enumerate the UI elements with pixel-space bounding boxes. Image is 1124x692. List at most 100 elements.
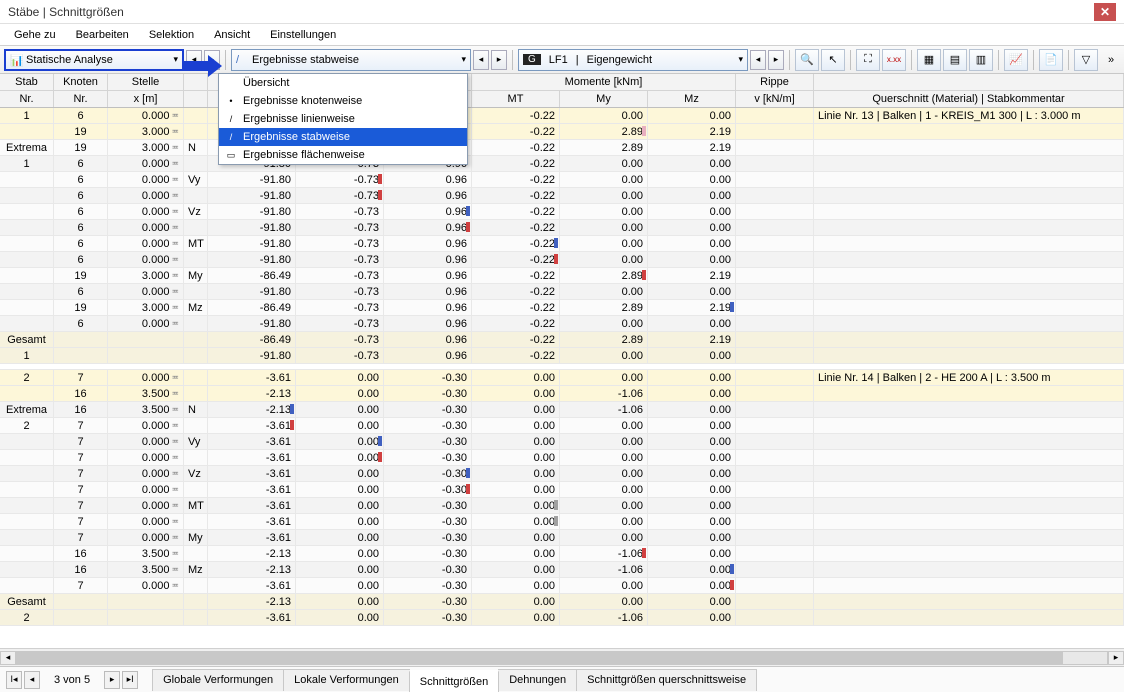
table-row[interactable]: 70.000≖-3.610.00-0.300.000.000.00 <box>0 578 1124 594</box>
dropdown-item-icon: ▭ <box>225 150 237 161</box>
table-row[interactable]: 60.000≖-91.80-0.730.96-0.220.000.00 <box>0 252 1124 268</box>
more-icon[interactable]: » <box>1102 49 1120 71</box>
tab[interactable]: Schnittgrößen <box>409 670 499 692</box>
tab[interactable]: Lokale Verformungen <box>283 669 410 691</box>
table-row[interactable]: 60.000≖MT-91.80-0.730.96-0.220.000.00 <box>0 236 1124 252</box>
table1-icon[interactable]: ▦ <box>917 49 941 71</box>
col-mt[interactable]: MT <box>472 91 560 107</box>
loadcase-prev[interactable]: ◂ <box>750 50 766 70</box>
col-stelle-group: Stelle <box>108 74 184 90</box>
col-rippe[interactable]: v [kN/m] <box>736 91 814 107</box>
table-row[interactable]: 70.000≖My-3.610.00-0.300.000.000.00 <box>0 530 1124 546</box>
col-stelle[interactable]: x [m] <box>108 91 184 107</box>
table-row[interactable]: 70.000≖Vy-3.610.00-0.300.000.000.00 <box>0 434 1124 450</box>
col-mz[interactable]: Mz <box>648 91 736 107</box>
table-row[interactable]: 163.500≖-2.130.00-0.300.00-1.060.00 <box>0 386 1124 402</box>
menu-settings[interactable]: Einstellungen <box>262 27 344 43</box>
scroll-left[interactable]: ◂ <box>0 651 16 665</box>
chart-icon[interactable]: 📈 <box>1004 49 1028 71</box>
callout-arrow-icon <box>184 55 222 77</box>
table-row[interactable]: 160.000≖-91.80-0.730.96-0.220.000.00 <box>0 156 1124 172</box>
table-row[interactable]: 60.000≖Vz-91.80-0.730.96-0.220.000.00 <box>0 204 1124 220</box>
results-next[interactable]: ▸ <box>491 50 507 70</box>
table-row[interactable]: 60.000≖-91.80-0.730.96-0.220.000.00 <box>0 284 1124 300</box>
col-stab-group: Stab <box>0 74 54 90</box>
table-row[interactable]: Gesamt-86.49-0.730.96-0.222.892.19 <box>0 332 1124 348</box>
analysis-combo[interactable]: 📊 Statische Analyse ▾ <box>4 49 184 71</box>
select-icon[interactable]: ↖ <box>821 49 845 71</box>
table-row[interactable]: Extrema163.500≖N-2.130.00-0.300.00-1.060… <box>0 402 1124 418</box>
table2-icon[interactable]: ▤ <box>943 49 967 71</box>
zoom-icon[interactable]: 🔍 <box>795 49 819 71</box>
table-row[interactable]: 70.000≖-3.610.00-0.300.000.000.00 <box>0 450 1124 466</box>
loadcase-name: Eigengewicht <box>587 54 735 66</box>
dropdown-item[interactable]: /Ergebnisse linienweise <box>219 110 467 128</box>
table-row[interactable]: Extrema193.000≖N-86.49-0.730.96-0.222.89… <box>0 140 1124 156</box>
scroll-right[interactable]: ▸ <box>1108 651 1124 665</box>
menu-edit[interactable]: Bearbeiten <box>68 27 137 43</box>
table-row[interactable]: 270.000≖-3.610.00-0.300.000.000.00 <box>0 418 1124 434</box>
dropdown-item[interactable]: /Ergebnisse stabweise <box>219 128 467 146</box>
col-symbol[interactable] <box>184 91 208 107</box>
tab-last[interactable]: ▸I <box>122 671 138 689</box>
table-row[interactable]: 60.000≖Vy-91.80-0.730.96-0.220.000.00 <box>0 172 1124 188</box>
table-row[interactable]: 70.000≖MT-3.610.00-0.300.000.000.00 <box>0 498 1124 514</box>
results-combo[interactable]: / Ergebnisse stabweise ▾ <box>231 49 471 71</box>
analysis-icon: 📊 <box>10 54 22 66</box>
loadcase-next[interactable]: ▸ <box>768 50 784 70</box>
tabbar: I◂ ◂ 3 von 5 ▸ ▸I Globale VerformungenLo… <box>0 666 1124 692</box>
tab-prev[interactable]: ◂ <box>24 671 40 689</box>
export-icon[interactable]: 📄 <box>1039 49 1063 71</box>
loadcase-badge: G <box>523 54 541 65</box>
chevron-down-icon: ▾ <box>461 54 466 65</box>
menubar: Gehe zu Bearbeiten Selektion Ansicht Ein… <box>0 24 1124 46</box>
tab-first[interactable]: I◂ <box>6 671 22 689</box>
table-row[interactable]: 70.000≖-3.610.00-0.300.000.000.00 <box>0 482 1124 498</box>
tab[interactable]: Dehnungen <box>498 669 577 691</box>
horizontal-scrollbar[interactable]: ◂ ▸ <box>0 648 1124 666</box>
table-row[interactable]: 60.000≖-91.80-0.730.96-0.220.000.00 <box>0 188 1124 204</box>
table-row[interactable]: Gesamt-2.130.00-0.300.000.000.00 <box>0 594 1124 610</box>
tab[interactable]: Schnittgrößen querschnittsweise <box>576 669 757 691</box>
col-querschnitt[interactable]: Querschnitt (Material) | Stabkommentar <box>814 91 1124 107</box>
chevron-down-icon: ▾ <box>173 54 178 65</box>
table-row[interactable]: 270.000≖-3.610.00-0.300.000.000.00Linie … <box>0 370 1124 386</box>
menu-selection[interactable]: Selektion <box>141 27 202 43</box>
table3-icon[interactable]: ▥ <box>969 49 993 71</box>
dropdown-item[interactable]: ▭Ergebnisse flächenweise <box>219 146 467 164</box>
table-row[interactable]: 60.000≖-91.80-0.730.96-0.220.000.00 <box>0 316 1124 332</box>
table-row[interactable]: 2-3.610.00-0.300.00-1.060.00 <box>0 610 1124 626</box>
results-dropdown: Übersicht•Ergebnisse knotenweise/Ergebni… <box>218 73 468 165</box>
table-row[interactable]: 193.000≖My-86.49-0.730.96-0.222.892.19 <box>0 268 1124 284</box>
grid-body[interactable]: 160.000≖96-0.220.000.00Linie Nr. 13 | Ba… <box>0 108 1124 664</box>
col-my[interactable]: My <box>560 91 648 107</box>
table-row[interactable]: 193.000≖96-0.222.892.19 <box>0 124 1124 140</box>
extent-icon[interactable]: ⛶ <box>856 49 880 71</box>
table-row[interactable]: 1-91.80-0.730.96-0.220.000.00 <box>0 348 1124 364</box>
table-row[interactable]: 60.000≖-91.80-0.730.96-0.220.000.00 <box>0 220 1124 236</box>
col-stab[interactable]: Nr. <box>0 91 54 107</box>
filter-icon[interactable]: ▽ <box>1074 49 1098 71</box>
dropdown-item[interactable]: •Ergebnisse knotenweise <box>219 92 467 110</box>
titlebar: Stäbe | Schnittgrößen ✕ <box>0 0 1124 24</box>
xxx-icon[interactable]: x.xx <box>882 49 906 71</box>
loadcase-combo[interactable]: G LF1 | Eigengewicht ▾ <box>518 49 748 71</box>
table-row[interactable]: 70.000≖-3.610.00-0.300.000.000.00 <box>0 514 1124 530</box>
tab-nxt[interactable]: ▸ <box>104 671 120 689</box>
data-grid: Stab Knoten Stelle Momente [kNm] Rippe N… <box>0 74 1124 668</box>
close-button[interactable]: ✕ <box>1094 3 1116 21</box>
table-row[interactable]: 163.500≖Mz-2.130.00-0.300.00-1.060.00 <box>0 562 1124 578</box>
window-title: Stäbe | Schnittgrößen <box>8 5 124 19</box>
table-row[interactable]: 193.000≖Mz-86.49-0.730.96-0.222.892.19 <box>0 300 1124 316</box>
menu-goto[interactable]: Gehe zu <box>6 27 64 43</box>
results-prev[interactable]: ◂ <box>473 50 489 70</box>
dropdown-item[interactable]: Übersicht <box>219 74 467 92</box>
menu-view[interactable]: Ansicht <box>206 27 258 43</box>
results-icon: / <box>236 54 248 66</box>
col-knoten[interactable]: Nr. <box>54 91 108 107</box>
table-row[interactable]: 70.000≖Vz-3.610.00-0.300.000.000.00 <box>0 466 1124 482</box>
dropdown-item-icon: / <box>225 132 237 142</box>
tab[interactable]: Globale Verformungen <box>152 669 284 691</box>
table-row[interactable]: 160.000≖96-0.220.000.00Linie Nr. 13 | Ba… <box>0 108 1124 124</box>
table-row[interactable]: 163.500≖-2.130.00-0.300.00-1.060.00 <box>0 546 1124 562</box>
